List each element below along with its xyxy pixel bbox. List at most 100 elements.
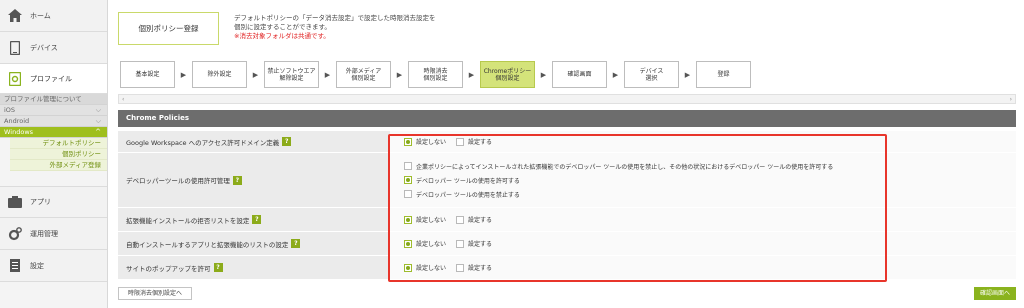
sidebar-item-label: アプリ <box>30 198 51 206</box>
option-label: 設定する <box>468 241 493 248</box>
description-line: 個別に設定することができます。 <box>234 23 331 31</box>
chevron-down-icon: ⌵ <box>95 106 101 114</box>
table-row: サイトのポップアップを許可 ? 設定しない 設定する <box>118 256 1016 280</box>
radio-icon[interactable] <box>404 190 412 198</box>
sidebar-leaf-default-policy[interactable]: デフォルトポリシー <box>10 138 107 149</box>
option-label: 設定する <box>468 265 493 272</box>
help-icon[interactable]: ? <box>232 175 242 185</box>
back-button[interactable]: 時限消去個別設定へ <box>118 287 192 300</box>
option-not-set[interactable]: 設定しない <box>404 137 446 146</box>
help-icon[interactable]: ? <box>282 137 292 146</box>
sidebar-item-label: 設定 <box>30 261 44 270</box>
policy-table: Google Workspace へのアクセス許可ドメイン定義 ? 設定しない … <box>118 131 1016 280</box>
step-label: 時限消去 個別設定 <box>423 68 447 82</box>
step-label: 外部メディア 個別設定 <box>346 68 382 82</box>
arrow-right-icon: ▶ <box>468 70 475 79</box>
option-not-set[interactable]: 設定しない <box>404 263 446 272</box>
help-icon[interactable]: ? <box>291 239 301 248</box>
sidebar-subitem-label: プロファイル管理について <box>4 95 82 103</box>
gear-icon <box>8 226 22 241</box>
radio-selected-icon[interactable] <box>404 137 412 146</box>
sidebar-subitem-ios[interactable]: iOS ⌵ <box>0 105 107 116</box>
radio-selected-icon[interactable] <box>404 239 412 248</box>
step-label: 禁止ソフトウエア 解除設定 <box>267 68 315 82</box>
arrow-right-icon: ▶ <box>252 70 259 79</box>
step-label: Chromeポリシー 個別設定 <box>484 68 532 82</box>
row-label: 自動インストールするアプリと拡張機能のリストの設定 ? <box>118 232 390 255</box>
sidebar-subitem-profile-about[interactable]: プロファイル管理について <box>0 94 107 105</box>
step-label-line1: Chromeポリシー <box>483 67 532 75</box>
horizontal-scrollbar[interactable]: ‹ › <box>118 94 1016 104</box>
option-set[interactable]: 設定する <box>456 239 492 248</box>
step-external-media: 外部メディア 個別設定 <box>336 61 391 88</box>
option-set[interactable]: 設定する <box>456 137 492 146</box>
radio-selected-icon[interactable] <box>404 215 412 224</box>
step-register: 登録 <box>696 61 751 88</box>
sidebar-item-operation[interactable]: 運用管理 <box>0 218 107 250</box>
option-devtools-block[interactable]: デベロッパー ツールの使用を禁止する <box>404 187 1016 201</box>
help-icon[interactable]: ? <box>252 215 262 224</box>
sidebar-item-home[interactable]: ホーム <box>0 0 107 32</box>
step-label-line2: 個別設定 <box>423 74 448 82</box>
arrow-right-icon: ▶ <box>612 70 619 79</box>
step-label-line2: 個別設定 <box>495 74 520 82</box>
sidebar-item-label: デバイス <box>30 43 58 52</box>
settings-doc-icon <box>8 259 22 273</box>
option-devtools-allow[interactable]: デベロッパー ツールの使用を許可する <box>404 173 1016 187</box>
home-icon <box>8 9 22 23</box>
sidebar: ホーム デバイス プロファイル プロファイル管理について iOS ⌵ Andro… <box>0 0 108 308</box>
step-label-line2: 解除設定 <box>279 74 304 82</box>
sidebar-item-device[interactable]: デバイス <box>0 32 107 64</box>
main-content: 個別ポリシー登録 デフォルトポリシーの「データ消去設定」で設定した時限消去設定を… <box>108 0 1024 308</box>
step-exclusion: 除外設定 <box>192 61 247 88</box>
option-label: デベロッパー ツールの使用を禁止する <box>416 191 520 199</box>
step-label-line2: 個別設定 <box>351 74 376 82</box>
row-options: 設定しない 設定する <box>390 208 1016 231</box>
sidebar-leaf-external-media[interactable]: 外部メディア登録 <box>10 160 107 171</box>
step-prohibited-software: 禁止ソフトウエア 解除設定 <box>264 61 319 88</box>
radio-icon[interactable] <box>404 162 412 170</box>
row-options: 設定しない 設定する <box>390 256 1016 279</box>
option-group: 設定しない 設定する <box>404 237 1016 251</box>
step-wizard: 基本設定 ▶ 除外設定 ▶ 禁止ソフトウエア 解除設定 ▶ 外部メディア 個別設定 … <box>120 61 751 88</box>
radio-icon[interactable] <box>456 239 465 248</box>
option-group: 設定しない 設定する <box>404 261 1016 275</box>
row-label: 拡張機能インストールの拒否リストを設定 ? <box>118 208 390 231</box>
option-set[interactable]: 設定する <box>456 215 492 224</box>
scroll-left-icon[interactable]: ‹ <box>122 96 124 103</box>
row-options: 企業ポリシーによってインストールされた拡張機能でのデベロッパー ツールの使用を禁… <box>390 153 1016 207</box>
help-icon[interactable]: ? <box>213 263 223 272</box>
chevron-up-icon: ^ <box>95 128 101 136</box>
step-label: 登録 <box>717 71 730 78</box>
option-group: 設定しない 設定する <box>404 135 1016 149</box>
option-devtools-block-forced-extensions[interactable]: 企業ポリシーによってインストールされた拡張機能でのデベロッパー ツールの使用を禁… <box>404 159 1016 173</box>
next-button[interactable]: 確認画面へ <box>974 287 1016 300</box>
option-label: 設定しない <box>416 217 447 224</box>
sidebar-item-profile[interactable]: プロファイル <box>0 64 107 94</box>
sidebar-subitem-android[interactable]: Android ⌵ <box>0 116 107 127</box>
profile-icon <box>8 71 22 86</box>
option-not-set[interactable]: 設定しない <box>404 215 446 224</box>
step-label: 除外設定 <box>207 71 232 78</box>
sidebar-subitem-windows[interactable]: Windows ^ <box>0 127 107 138</box>
table-row: デベロッパーツールの使用許可管理 ? 企業ポリシーによってインストールされた拡張… <box>118 153 1016 208</box>
radio-icon[interactable] <box>456 263 465 272</box>
sidebar-item-settings[interactable]: 設定 <box>0 250 107 282</box>
row-label-text: 自動インストールするアプリと拡張機能のリストの設定 <box>126 240 289 249</box>
step-timed-erase: 時限消去 個別設定 <box>408 61 463 88</box>
option-not-set[interactable]: 設定しない <box>404 239 446 248</box>
scroll-right-icon[interactable]: › <box>1010 96 1012 103</box>
option-set[interactable]: 設定する <box>456 263 492 272</box>
radio-icon[interactable] <box>456 137 465 146</box>
option-label: 企業ポリシーによってインストールされた拡張機能でのデベロッパー ツールの使用を禁… <box>416 163 834 171</box>
radio-selected-icon[interactable] <box>404 263 412 272</box>
radio-icon[interactable] <box>456 215 465 224</box>
row-label-text: 拡張機能インストールの拒否リストを設定 <box>126 216 250 225</box>
option-label: 設定する <box>468 139 493 146</box>
arrow-right-icon: ▶ <box>180 70 187 79</box>
sidebar-leaf-individual-policy[interactable]: 個別ポリシー <box>10 149 107 160</box>
step-label: 確認画面 <box>567 71 592 78</box>
sidebar-item-label: プロファイル <box>30 74 72 83</box>
sidebar-item-app[interactable]: アプリ <box>0 186 107 218</box>
radio-selected-icon[interactable] <box>404 176 412 184</box>
